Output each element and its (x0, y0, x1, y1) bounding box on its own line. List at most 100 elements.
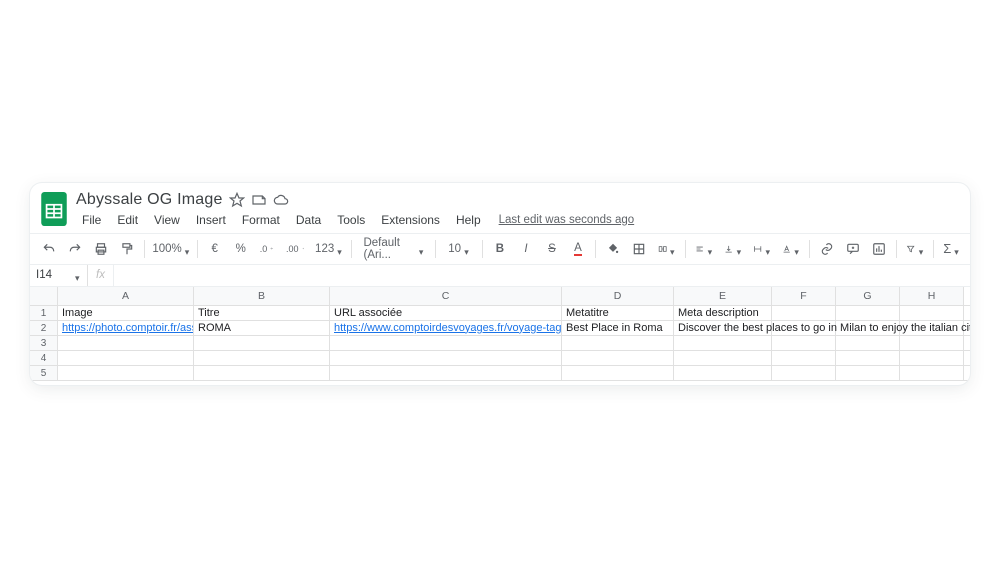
cell-H4[interactable] (900, 351, 964, 365)
insert-link-button[interactable] (816, 238, 838, 260)
col-header-A[interactable]: A (58, 287, 194, 305)
cloud-status-icon[interactable] (273, 192, 289, 208)
cell-D4[interactable] (562, 351, 674, 365)
increase-decimal-button[interactable]: .00 (282, 238, 308, 260)
menu-extensions[interactable]: Extensions (375, 211, 446, 229)
undo-button[interactable] (38, 238, 60, 260)
insert-comment-button[interactable] (842, 238, 864, 260)
cell-E5[interactable] (674, 366, 772, 380)
merge-cells-button[interactable] (654, 238, 679, 260)
col-header-F[interactable]: F (772, 287, 836, 305)
cell-B4[interactable] (194, 351, 330, 365)
print-button[interactable] (90, 238, 112, 260)
paint-format-button[interactable] (116, 238, 138, 260)
menu-file[interactable]: File (76, 211, 107, 229)
functions-button[interactable]: Σ (940, 238, 962, 260)
text-wrap-button[interactable] (749, 238, 774, 260)
move-icon[interactable] (251, 192, 267, 208)
cell-D1[interactable]: Metatitre (562, 306, 674, 320)
strikethrough-button[interactable]: S (541, 238, 563, 260)
col-header-D[interactable]: D (562, 287, 674, 305)
row-header-4[interactable]: 4 (30, 351, 58, 365)
spreadsheet-grid[interactable]: A B C D E F G H 1 Image Titre URL associ… (30, 287, 970, 381)
font-size-combo[interactable]: 10 (442, 238, 476, 260)
table-row: 1 Image Titre URL associée Metatitre Met… (30, 306, 970, 321)
cell-A3[interactable] (58, 336, 194, 350)
menu-view[interactable]: View (148, 211, 186, 229)
menu-insert[interactable]: Insert (190, 211, 232, 229)
cell-B5[interactable] (194, 366, 330, 380)
cell-E3[interactable] (674, 336, 772, 350)
cell-H5[interactable] (900, 366, 964, 380)
zoom-combo[interactable]: 100% (151, 238, 191, 260)
col-header-H[interactable]: H (900, 287, 964, 305)
cell-A1[interactable]: Image (58, 306, 194, 320)
title-bar: Abyssale OG Image File Edit View Insert … (30, 189, 970, 229)
percent-button[interactable]: % (230, 238, 252, 260)
cell-C2[interactable]: https://www.comptoirdesvoyages.fr/voyage… (330, 321, 562, 335)
cell-D2[interactable]: Best Place in Roma (562, 321, 674, 335)
cell-C5[interactable] (330, 366, 562, 380)
filter-button[interactable] (902, 238, 927, 260)
cell-F5[interactable] (772, 366, 836, 380)
cell-A4[interactable] (58, 351, 194, 365)
cell-D5[interactable] (562, 366, 674, 380)
select-all-corner[interactable] (30, 287, 58, 305)
currency-button[interactable]: € (204, 238, 226, 260)
number-format-combo[interactable]: 123 (312, 238, 345, 260)
row-header-1[interactable]: 1 (30, 306, 58, 320)
decrease-decimal-button[interactable]: .0 (256, 238, 278, 260)
fill-color-button[interactable] (602, 238, 624, 260)
cell-A5[interactable] (58, 366, 194, 380)
cell-F1[interactable] (772, 306, 836, 320)
cell-B1[interactable]: Titre (194, 306, 330, 320)
col-header-C[interactable]: C (330, 287, 562, 305)
text-color-button[interactable]: A (567, 238, 589, 260)
cell-F3[interactable] (772, 336, 836, 350)
fx-label: fx (88, 265, 114, 286)
cell-B3[interactable] (194, 336, 330, 350)
cell-E1[interactable]: Meta description (674, 306, 772, 320)
italic-button[interactable]: I (515, 238, 537, 260)
cell-H3[interactable] (900, 336, 964, 350)
last-edit-link[interactable]: Last edit was seconds ago (499, 214, 635, 226)
cell-G5[interactable] (836, 366, 900, 380)
cell-G4[interactable] (836, 351, 900, 365)
redo-button[interactable] (64, 238, 86, 260)
cell-C1[interactable]: URL associée (330, 306, 562, 320)
cell-D3[interactable] (562, 336, 674, 350)
menu-tools[interactable]: Tools (331, 211, 371, 229)
menu-format[interactable]: Format (236, 211, 286, 229)
row-header-2[interactable]: 2 (30, 321, 58, 335)
menu-data[interactable]: Data (290, 211, 327, 229)
bold-button[interactable]: B (489, 238, 511, 260)
cell-E4[interactable] (674, 351, 772, 365)
col-header-B[interactable]: B (194, 287, 330, 305)
cell-C3[interactable] (330, 336, 562, 350)
cell-C4[interactable] (330, 351, 562, 365)
formula-input[interactable] (114, 265, 970, 286)
horizontal-align-button[interactable] (691, 238, 716, 260)
doc-title[interactable]: Abyssale OG Image (76, 191, 223, 209)
borders-button[interactable] (628, 238, 650, 260)
star-icon[interactable] (229, 192, 245, 208)
col-header-E[interactable]: E (674, 287, 772, 305)
name-box[interactable]: I14 (30, 265, 88, 286)
cell-G1[interactable] (836, 306, 900, 320)
insert-chart-button[interactable] (868, 238, 890, 260)
menu-edit[interactable]: Edit (111, 211, 144, 229)
cell-H1[interactable] (900, 306, 964, 320)
cell-B2[interactable]: ROMA (194, 321, 330, 335)
menu-help[interactable]: Help (450, 211, 487, 229)
col-header-G[interactable]: G (836, 287, 900, 305)
vertical-align-button[interactable] (720, 238, 745, 260)
cell-G3[interactable] (836, 336, 900, 350)
text-rotation-button[interactable] (778, 238, 803, 260)
row-header-3[interactable]: 3 (30, 336, 58, 350)
cell-E2[interactable]: Discover the best places to go in Milan … (674, 321, 772, 335)
cell-F4[interactable] (772, 351, 836, 365)
cell-A2[interactable]: https://photo.comptoir.fr/asset/mot-c (58, 321, 194, 335)
separator (144, 240, 145, 258)
row-header-5[interactable]: 5 (30, 366, 58, 380)
font-combo[interactable]: Default (Ari... (357, 238, 429, 260)
